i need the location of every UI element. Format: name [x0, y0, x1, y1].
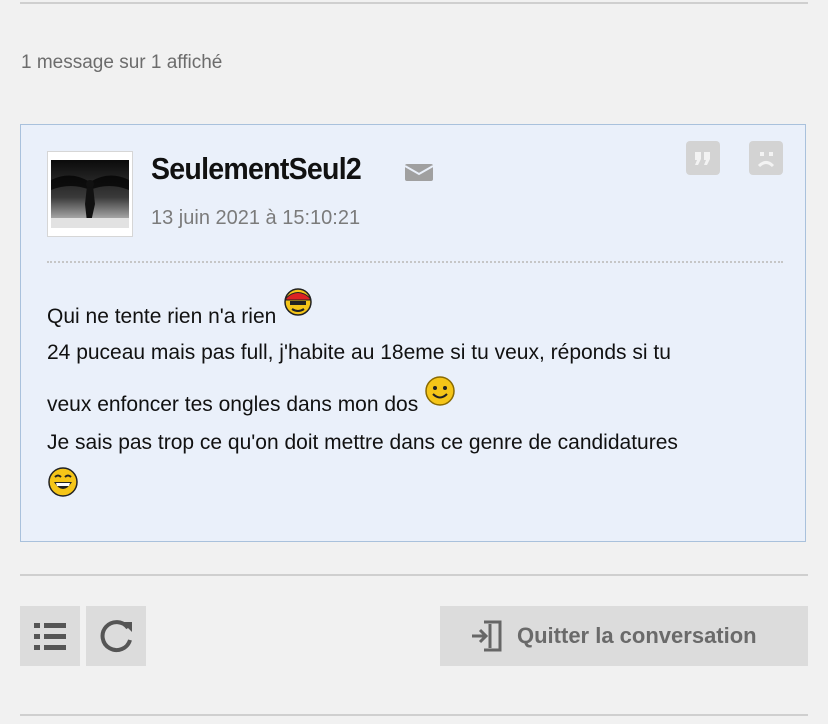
cap-smiley-icon: [284, 288, 313, 316]
refresh-icon: [100, 620, 132, 653]
quit-label: Quitter la conversation: [517, 623, 757, 648]
avatar[interactable]: [47, 151, 133, 237]
quit-conversation-button[interactable]: Quitter la conversation: [440, 606, 808, 666]
avatar-image: [51, 160, 129, 228]
laugh-icon: [48, 467, 78, 497]
message-text: Je sais pas trop ce qu'on doit mettre da…: [47, 431, 678, 454]
header-separator: [47, 261, 783, 263]
top-divider: [20, 2, 808, 4]
list-icon: [34, 623, 66, 650]
message-line: [47, 465, 787, 510]
exit-icon: [472, 620, 502, 652]
smile-icon: [425, 376, 455, 406]
message-line: veux enfoncer tes ongles dans mon dos: [47, 375, 787, 420]
sad-face-icon[interactable]: [749, 141, 783, 175]
footer-divider: [20, 574, 808, 576]
bottom-divider: [20, 714, 808, 716]
message-line: Je sais pas trop ce qu'on doit mettre da…: [47, 420, 787, 465]
list-button[interactable]: [20, 606, 80, 666]
envelope-icon[interactable]: [404, 161, 434, 183]
message-text: veux enfoncer tes ongles dans mon dos: [47, 393, 419, 416]
message-date: 13 juin 2021 à 15:10:21: [151, 207, 361, 229]
message-line: Qui ne tente rien n'a rien: [47, 285, 787, 330]
message-body: Qui ne tente rien n'a rien 24 puceau mai…: [47, 285, 787, 510]
message-count: 1 message sur 1 affiché: [21, 52, 223, 73]
refresh-button[interactable]: [86, 606, 146, 666]
message-text: Qui ne tente rien n'a rien: [47, 305, 277, 328]
message-card: SeulementSeul2 13 juin 2021 à 15:10:21 Q…: [20, 124, 806, 542]
message-line: 24 puceau mais pas full, j'habite au 18e…: [47, 330, 787, 375]
message-text: 24 puceau mais pas full, j'habite au 18e…: [47, 341, 671, 364]
quote-icon[interactable]: [686, 141, 720, 175]
author-name[interactable]: SeulementSeul2: [151, 151, 362, 187]
